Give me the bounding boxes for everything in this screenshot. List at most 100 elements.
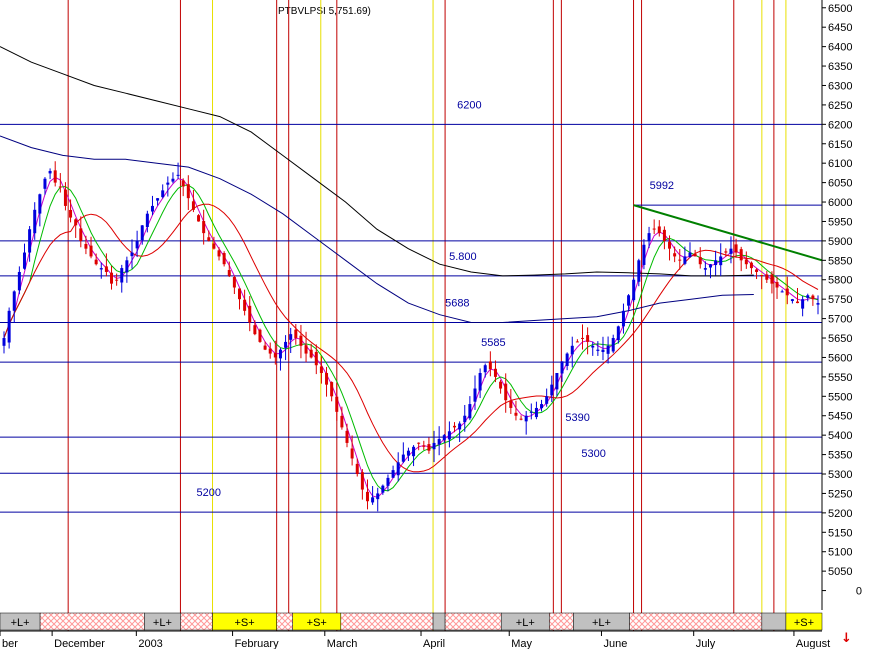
candle-body xyxy=(330,382,334,397)
candle-body xyxy=(345,430,349,443)
candle-body xyxy=(468,404,472,419)
candle-body xyxy=(708,264,712,268)
candle-body xyxy=(596,349,600,351)
candle-body xyxy=(304,345,308,354)
signal-segment[interactable] xyxy=(761,612,787,631)
signal-segment[interactable] xyxy=(432,612,446,631)
candle-body xyxy=(79,228,83,241)
signal-segment[interactable] xyxy=(629,612,763,631)
candle-body xyxy=(765,274,769,280)
candle-body xyxy=(135,240,139,249)
candle-body xyxy=(601,349,605,353)
candle-body xyxy=(217,250,221,257)
candle-body xyxy=(734,244,738,253)
candle-body xyxy=(94,259,98,265)
y-tick-label: 5850 xyxy=(828,255,852,267)
y-tick-label: 6300 xyxy=(828,80,852,92)
candle-body xyxy=(417,442,421,444)
signal-segment[interactable] xyxy=(39,612,145,631)
candle-body xyxy=(688,252,692,257)
candle-body xyxy=(662,229,666,241)
level-label: 5200 xyxy=(196,487,220,499)
candle-body xyxy=(238,288,242,300)
x-tick-label: 2003 xyxy=(138,638,162,649)
candle-body xyxy=(412,446,416,457)
candle-body xyxy=(724,251,728,253)
candle-body xyxy=(642,244,646,265)
candle-body xyxy=(719,256,723,266)
signal-segment[interactable] xyxy=(180,612,213,631)
candle-body xyxy=(381,485,385,493)
candle-body xyxy=(104,266,108,272)
candle-body xyxy=(248,305,252,323)
candle-body xyxy=(621,310,625,327)
candlestick-chart: PTBVLPSI 5,751.69) 6200 5992 5.800 5688 5585… xyxy=(0,0,862,649)
candle-body xyxy=(534,407,538,418)
signal-segment-label: +S+ xyxy=(307,617,327,629)
signal-segment-label: +L+ xyxy=(516,617,535,629)
candle-body xyxy=(442,435,446,441)
candle-body xyxy=(749,262,753,269)
candle-body xyxy=(811,295,815,300)
x-tick-label: March xyxy=(327,638,358,649)
y-tick-label: 5150 xyxy=(828,527,852,539)
candle-body xyxy=(570,345,574,355)
candle-body xyxy=(74,219,78,226)
y-tick-label: 5050 xyxy=(828,566,852,578)
candle-body xyxy=(775,282,779,288)
candle-body xyxy=(273,353,277,358)
y-tick-label: 6450 xyxy=(828,22,852,34)
candle-body xyxy=(166,182,170,185)
candle-body xyxy=(560,361,564,374)
candle-body xyxy=(493,368,497,377)
candle-body xyxy=(739,249,743,261)
candle-body xyxy=(519,418,523,420)
y-tick-label: 5600 xyxy=(828,352,852,364)
candle-body xyxy=(540,404,544,409)
candle-body xyxy=(453,425,457,428)
candle-body xyxy=(606,345,610,354)
candle-body xyxy=(294,329,298,339)
candle-body xyxy=(355,463,359,475)
level-label: 6200 xyxy=(457,99,481,111)
candle-body xyxy=(627,295,631,306)
signal-segment[interactable] xyxy=(276,612,293,631)
candle-body xyxy=(463,415,467,423)
candle-body xyxy=(263,345,267,350)
candle-body xyxy=(473,388,477,402)
candle-body xyxy=(212,243,216,249)
y-tick-label: 5200 xyxy=(828,508,852,520)
candle-body xyxy=(591,345,595,348)
candle-body xyxy=(181,180,185,187)
signal-segment[interactable] xyxy=(549,612,574,631)
candle-body xyxy=(243,299,247,311)
candle-body xyxy=(509,400,513,408)
signal-segment-label: +L+ xyxy=(11,617,30,629)
candle-body xyxy=(140,225,144,241)
candle-body xyxy=(504,383,508,401)
candle-body xyxy=(499,381,503,389)
y-tick-label: 5250 xyxy=(828,488,852,500)
y-tick-label: 5950 xyxy=(828,216,852,228)
x-tick-label: August xyxy=(796,638,830,649)
candle-body xyxy=(202,221,206,234)
y-tick-label: 5900 xyxy=(828,236,852,248)
candle-body xyxy=(186,184,190,199)
scroll-down-arrow-icon[interactable]: ↓ xyxy=(841,632,852,646)
candle-body xyxy=(278,349,282,359)
candle-body xyxy=(289,334,293,340)
y-tick-label: 0 xyxy=(856,586,862,598)
signal-segment[interactable] xyxy=(444,612,502,631)
candle-body xyxy=(53,170,57,183)
candle-body xyxy=(729,248,733,254)
y-tick-label: 5300 xyxy=(828,469,852,481)
y-tick-label: 6100 xyxy=(828,158,852,170)
level-label: 5390 xyxy=(565,412,589,424)
candle-body xyxy=(616,326,620,341)
candle-body xyxy=(391,470,395,478)
candle-body xyxy=(191,201,195,210)
candle-body xyxy=(84,243,88,249)
signal-segment[interactable] xyxy=(340,612,434,631)
candle-body xyxy=(637,260,641,282)
candle-body xyxy=(632,279,636,301)
